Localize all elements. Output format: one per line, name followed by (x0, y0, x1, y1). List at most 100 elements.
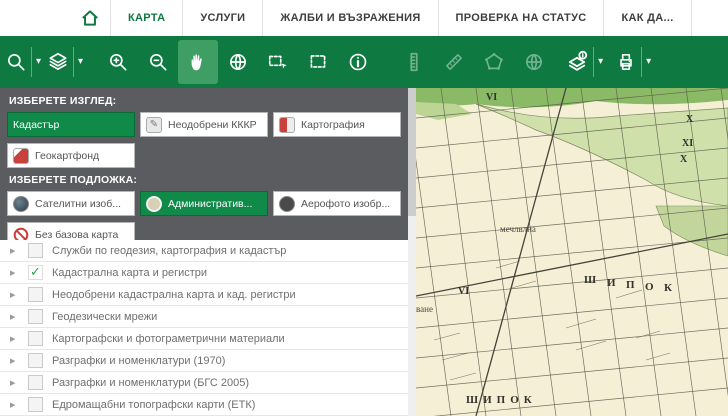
divider (31, 47, 32, 77)
layer-checkbox[interactable] (28, 353, 43, 368)
extent-select-button[interactable] (298, 40, 338, 84)
layer-checkbox[interactable] (28, 397, 43, 412)
view-button-label: Кадастър (13, 119, 59, 131)
ruler-icon (443, 51, 465, 73)
layer-label: Разграфки и номенклатури (1970) (52, 355, 225, 367)
view-button-label: Картография (301, 119, 365, 131)
expand-arrow-icon[interactable]: ▶ (10, 291, 19, 299)
layer-tree: ▶ Служби по геодезия, картография и када… (0, 240, 408, 416)
layer-label: Разграфки и номенклатури (БГС 2005) (52, 377, 249, 389)
print-dropdown[interactable]: ▾ (612, 40, 654, 84)
zoom-out-button[interactable] (138, 40, 178, 84)
printer-icon (615, 51, 637, 73)
expand-arrow-icon[interactable]: ▶ (10, 379, 19, 387)
scalebar-tool-button[interactable] (394, 40, 434, 84)
layer-row[interactable]: ▶ ✓ Кадастрална карта и регистри (0, 262, 408, 284)
pan-button[interactable] (178, 40, 218, 84)
panel-scrollbar[interactable] (408, 88, 416, 416)
layer-row[interactable]: ▶ Картографски и фотограметрични материа… (0, 328, 408, 350)
kais-map-portal: КАРТА УСЛУГИ ЖАЛБИ И ВЪЗРАЖЕНИЯ ПРОВЕРКА… (0, 0, 728, 416)
layer-label: Кадастрална карта и регистри (52, 267, 207, 279)
nav-item-status-check[interactable]: ПРОВЕРКА НА СТАТУС (438, 0, 604, 36)
map-viewport[interactable]: VI X XI X мечлвлна Ш И П О К ване VI ШИП… (416, 88, 728, 416)
chevron-down-icon: ▾ (646, 57, 651, 67)
expand-arrow-icon[interactable]: ▶ (10, 313, 19, 321)
world-tool-button[interactable] (514, 40, 554, 84)
hand-pan-icon (187, 51, 209, 73)
map-options-panel: ИЗБЕРЕТЕ ИЗГЛЕД: Кадастър ✎ Неодобрени К… (0, 88, 408, 240)
view-button-label: Неодобрени КККР (168, 119, 257, 131)
nav-item-how-to[interactable]: КАК ДА... (603, 0, 691, 36)
administrative-map-icon (146, 196, 162, 212)
chevron-down-icon: ▾ (36, 57, 41, 67)
layer-checkbox[interactable] (28, 375, 43, 390)
polygon-icon (483, 51, 505, 73)
basemap-button-label: Административ... (168, 198, 252, 210)
view-button-cadastre[interactable]: Кадастър (7, 112, 135, 137)
layers-tool-dropdown[interactable]: ▾ (44, 40, 86, 84)
layer-checkbox[interactable] (28, 331, 43, 346)
divider (593, 47, 594, 77)
top-nav: КАРТА УСЛУГИ ЖАЛБИ И ВЪЗРАЖЕНИЯ ПРОВЕРКА… (0, 0, 728, 36)
box-select-icon (267, 51, 289, 73)
measure-area-button[interactable] (474, 40, 514, 84)
view-section-label: ИЗБЕРЕТЕ ИЗГЛЕД: (9, 95, 401, 107)
layer-row[interactable]: ▶ Разграфки и номенклатури (БГС 2005) (0, 372, 408, 394)
expand-arrow-icon[interactable]: ▶ (10, 335, 19, 343)
zoom-in-icon (107, 51, 129, 73)
layer-row[interactable]: ▶ Едромащабни топографски карти (ЕТК) (0, 394, 408, 416)
home-button[interactable] (70, 0, 110, 36)
home-icon (79, 7, 101, 29)
cadastral-map-canvas (416, 88, 728, 416)
basemap-button-aerial[interactable]: Аерофото изобр... (273, 191, 401, 216)
nav-item-services[interactable]: УСЛУГИ (182, 0, 262, 36)
box-zoom-button[interactable] (258, 40, 298, 84)
dashed-extent-icon (307, 51, 329, 73)
layer-label: Геодезически мрежи (52, 311, 157, 323)
chevron-down-icon: ▾ (598, 57, 603, 67)
layer-checkbox[interactable] (28, 287, 43, 302)
checkmark-icon: ✓ (30, 266, 41, 279)
view-button-cartography[interactable]: Картография (273, 112, 401, 137)
zoom-in-button[interactable] (98, 40, 138, 84)
nav-item-map[interactable]: КАРТА (110, 0, 182, 36)
expand-arrow-icon[interactable]: ▶ (10, 247, 19, 255)
layer-checkbox[interactable] (28, 243, 43, 258)
search-icon (5, 51, 27, 73)
aerial-photo-icon (279, 196, 295, 212)
basemap-button-label: Аерофото изобр... (301, 198, 390, 210)
basemap-section-label: ИЗБЕРЕТЕ ПОДЛОЖКА: (9, 174, 401, 186)
full-extent-button[interactable] (218, 40, 258, 84)
view-button-unapproved-kkkr[interactable]: ✎ Неодобрени КККР (140, 112, 268, 137)
layer-row[interactable]: ▶ Геодезически мрежи (0, 306, 408, 328)
search-tool-dropdown[interactable]: ▾ (2, 40, 44, 84)
globe-icon (227, 51, 249, 73)
zoom-out-icon (147, 51, 169, 73)
globe-icon (523, 51, 545, 73)
layers-icon (47, 51, 69, 73)
scrollbar-thumb[interactable] (408, 88, 416, 216)
legend-layers-info-icon (565, 50, 589, 74)
layer-checkbox[interactable]: ✓ (28, 265, 43, 280)
identify-button[interactable] (338, 40, 378, 84)
measure-distance-button[interactable] (434, 40, 474, 84)
geofund-icon (13, 148, 29, 164)
layer-label: Неодобрени кадастрална карта и кад. реги… (52, 289, 296, 301)
view-button-geofund[interactable]: Геокартфонд (7, 143, 135, 168)
layer-row[interactable]: ▶ Служби по геодезия, картография и када… (0, 240, 408, 262)
cartography-icon (279, 117, 295, 133)
legend-dropdown[interactable]: ▾ (562, 40, 606, 84)
expand-arrow-icon[interactable]: ▶ (10, 269, 19, 277)
nav-item-complaints[interactable]: ЖАЛБИ И ВЪЗРАЖЕНИЯ (262, 0, 437, 36)
basemap-button-administrative[interactable]: Административ... (140, 191, 268, 216)
layer-row[interactable]: ▶ Разграфки и номенклатури (1970) (0, 350, 408, 372)
basemap-button-satellite[interactable]: Сателитни изоб... (7, 191, 135, 216)
basemap-button-label: Без базова карта (35, 229, 118, 241)
info-icon (347, 51, 369, 73)
basemap-button-label: Сателитни изоб... (35, 198, 121, 210)
expand-arrow-icon[interactable]: ▶ (10, 357, 19, 365)
expand-arrow-icon[interactable]: ▶ (10, 401, 19, 409)
layer-checkbox[interactable] (28, 309, 43, 324)
pencil-map-icon: ✎ (146, 117, 162, 133)
layer-row[interactable]: ▶ Неодобрени кадастрална карта и кад. ре… (0, 284, 408, 306)
